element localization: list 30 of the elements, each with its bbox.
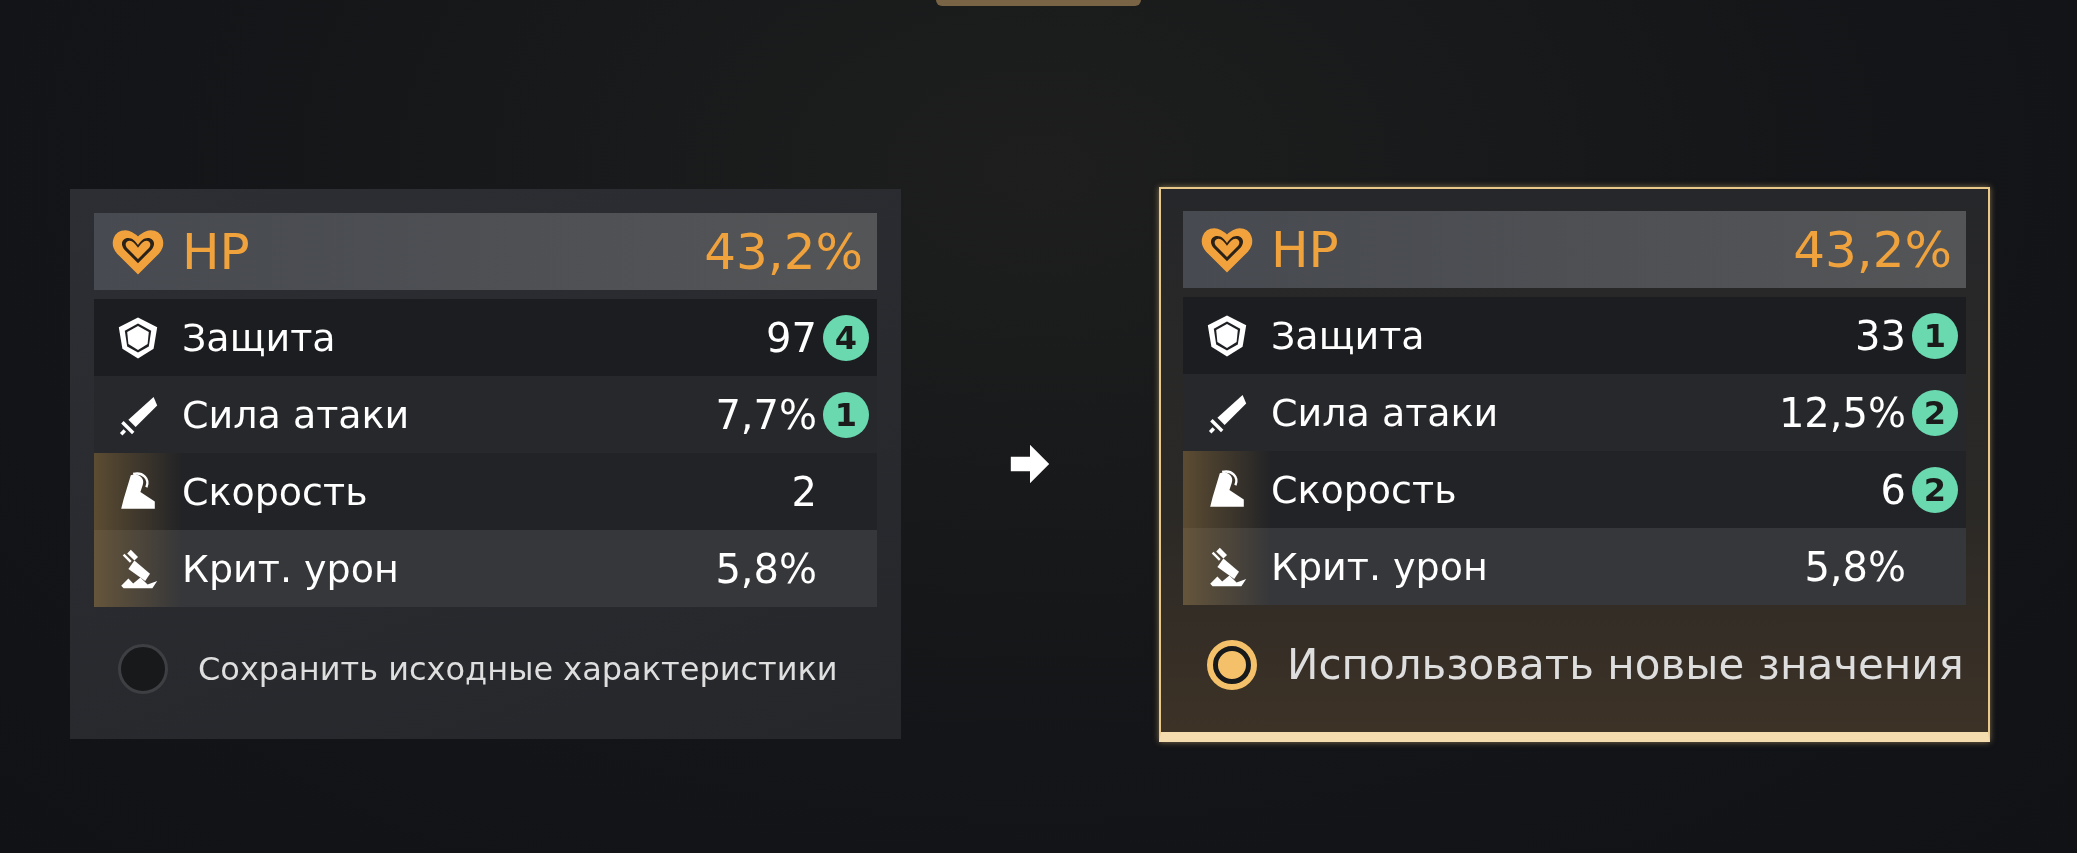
stat-label: Защита [1271,313,1426,358]
stat-value: 43,2% [1793,220,1953,279]
stat-label: Сила атаки [182,392,411,437]
upgrade-count: 1 [823,391,869,438]
stat-value: 12,5% [1778,389,1906,436]
upgrade-count: 1 [1912,312,1958,359]
stat-label: HP [182,222,251,281]
stat-label: Сила атаки [1271,390,1500,435]
stats-card[interactable]: HP 43,2% Защита 33 1 Сила атаки 12,5% 2 Скорость 6 2 Крит. урон 5,8% Использовать новые значения [1159,187,1990,742]
stat-label: HP [1271,220,1340,279]
option-label: Сохранить исходные характеристики [198,650,838,688]
stat-value: 43,2% [704,222,864,281]
stat-value: 6 [1880,466,1906,513]
upgrade-count: 4 [823,314,869,361]
stat-label: Крит. урон [182,546,400,591]
stat-value: 5,8% [1804,543,1906,590]
option-label: Использовать новые значения [1287,640,1964,689]
stat-value: 7,7% [715,391,817,438]
stat-value: 97 [766,314,817,361]
stat-value: 2 [791,468,817,515]
stat-label: Скорость [1271,467,1458,512]
stat-label: Скорость [182,469,369,514]
stat-label: Крит. урон [1271,544,1489,589]
upgrade-count: 2 [1912,389,1958,436]
stat-value: 5,8% [715,545,817,592]
stats-card[interactable]: HP 43,2% Защита 97 4 Сила атаки 7,7% 1 Скорость 2 Крит. урон 5,8% Сохранить исходные характеристики [70,189,901,739]
stat-value: 33 [1855,312,1906,359]
upgrade-count: 2 [1912,466,1958,513]
stat-label: Защита [182,315,337,360]
radio-button[interactable] [118,644,168,694]
